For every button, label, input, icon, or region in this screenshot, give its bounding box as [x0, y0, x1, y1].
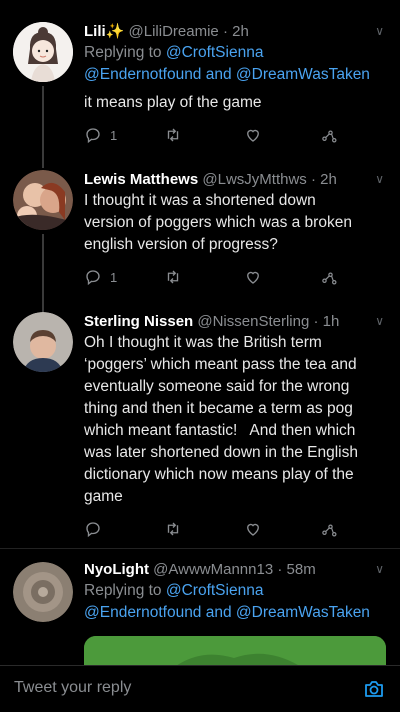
like-button[interactable] [244, 126, 262, 144]
tweet-header: NyoLight @AwwwMannn13 · 58m [84, 560, 400, 580]
tweet-header: Sterling Nissen @NissenSterling · 1h [84, 312, 400, 332]
like-icon [247, 129, 259, 142]
handle[interactable]: @NissenSterling [197, 313, 309, 330]
reply-input[interactable]: Tweet your reply [14, 679, 131, 697]
tweet-text: it means play of the game [84, 94, 262, 111]
mention-link[interactable]: @Endernotfound and @DreamWasTaken [84, 604, 370, 621]
timestamp: · 1h [313, 313, 340, 330]
chevron-down-icon[interactable]: ∨ [375, 562, 384, 576]
text-line: which meant fantastic! And then which [84, 422, 356, 439]
timestamp: · 2h [222, 23, 249, 40]
tweet-header: Lili✨ @LiliDreamie · 2h [84, 22, 400, 42]
retweet-icon [167, 522, 179, 536]
tweet[interactable]: Sterling Nissen @NissenSterling · 1h Oh … [0, 312, 400, 544]
mention-link[interactable]: @Endernotfound and @DreamWasTaken [84, 66, 370, 83]
text-line: was later shortened down in the English [84, 444, 358, 461]
handle[interactable]: @LwsJyMtthws [202, 171, 306, 188]
chevron-down-icon[interactable]: ∨ [375, 314, 384, 328]
camera-icon[interactable] [362, 677, 386, 706]
display-name[interactable]: NyoLight [84, 561, 149, 578]
text-line: dictionary which now means play of the [84, 466, 354, 483]
reply-button[interactable]: 1 [84, 268, 117, 286]
mention-link[interactable]: @CroftSienna [166, 44, 264, 61]
share-icon [322, 272, 337, 285]
handle[interactable]: @LiliDreamie [129, 23, 219, 40]
tweet-actions [84, 520, 400, 544]
tweet[interactable]: Lewis Matthews @LwsJyMtthws · 2h I thoug… [0, 170, 400, 292]
reply-icon [86, 128, 100, 144]
tweet-actions: 1 [84, 126, 400, 150]
retweet-button[interactable] [164, 520, 182, 538]
share-button[interactable] [320, 126, 338, 144]
display-name[interactable]: Lili✨ [84, 23, 124, 40]
reply-button[interactable]: 1 [84, 126, 117, 144]
reply-icon [86, 270, 100, 286]
like-icon [247, 271, 259, 284]
text-line: I thought it was a shortened down [84, 192, 316, 209]
tweet-thread: Lili✨ @LiliDreamie · 2h Replying to @Cro… [0, 0, 400, 665]
timestamp: · 58m [277, 561, 316, 578]
tweet[interactable]: Lili✨ @LiliDreamie · 2h Replying to @Cro… [0, 22, 400, 150]
reply-button[interactable] [84, 520, 102, 538]
reply-count: 1 [110, 269, 118, 285]
tweet-media-image[interactable] [84, 636, 386, 665]
text-line: version of poggers which was a broken [84, 214, 352, 231]
share-icon [322, 524, 337, 537]
divider [0, 548, 400, 549]
chevron-down-icon[interactable]: ∨ [375, 172, 384, 186]
retweet-button[interactable] [164, 268, 182, 286]
tweet-header: Lewis Matthews @LwsJyMtthws · 2h [84, 170, 400, 190]
retweet-icon [167, 270, 179, 284]
replying-to: Replying to @CroftSienna @Endernotfound … [84, 580, 400, 624]
text-line: english version of progress? [84, 236, 278, 253]
retweet-icon [167, 128, 179, 142]
text-line: game [84, 488, 123, 505]
reply-count: 1 [110, 127, 118, 143]
retweet-button[interactable] [164, 126, 182, 144]
replying-prefix: Replying to [84, 582, 166, 599]
like-icon [247, 523, 259, 536]
like-button[interactable] [244, 520, 262, 538]
share-button[interactable] [320, 520, 338, 538]
like-button[interactable] [244, 268, 262, 286]
replying-to: Replying to @CroftSienna @Endernotfound … [84, 42, 400, 86]
tweet-actions: 1 [84, 268, 400, 292]
replying-prefix: Replying to [84, 44, 166, 61]
reply-icon [86, 522, 100, 538]
chevron-down-icon[interactable]: ∨ [375, 24, 384, 38]
handle[interactable]: @AwwwMannn13 [153, 561, 273, 578]
text-line: Oh I thought it was the British term [84, 334, 322, 351]
reply-composer[interactable]: Tweet your reply [0, 665, 400, 712]
display-name[interactable]: Sterling Nissen [84, 313, 193, 330]
mention-link[interactable]: @CroftSienna [166, 582, 264, 599]
tweet[interactable]: NyoLight @AwwwMannn13 · 58m Replying to … [0, 560, 400, 624]
text-line: thing and then it became a term as pog [84, 400, 353, 417]
tweet-text: Oh I thought it was the British term ‘po… [84, 332, 400, 508]
share-button[interactable] [320, 268, 338, 286]
tweet-text: I thought it was a shortened down versio… [84, 190, 400, 256]
share-icon [322, 130, 337, 143]
timestamp: · 2h [310, 171, 337, 188]
text-line: ‘poggers’ which meant pass the tea and [84, 356, 357, 373]
display-name[interactable]: Lewis Matthews [84, 171, 198, 188]
text-line: eventually someone said for the wrong [84, 378, 350, 395]
